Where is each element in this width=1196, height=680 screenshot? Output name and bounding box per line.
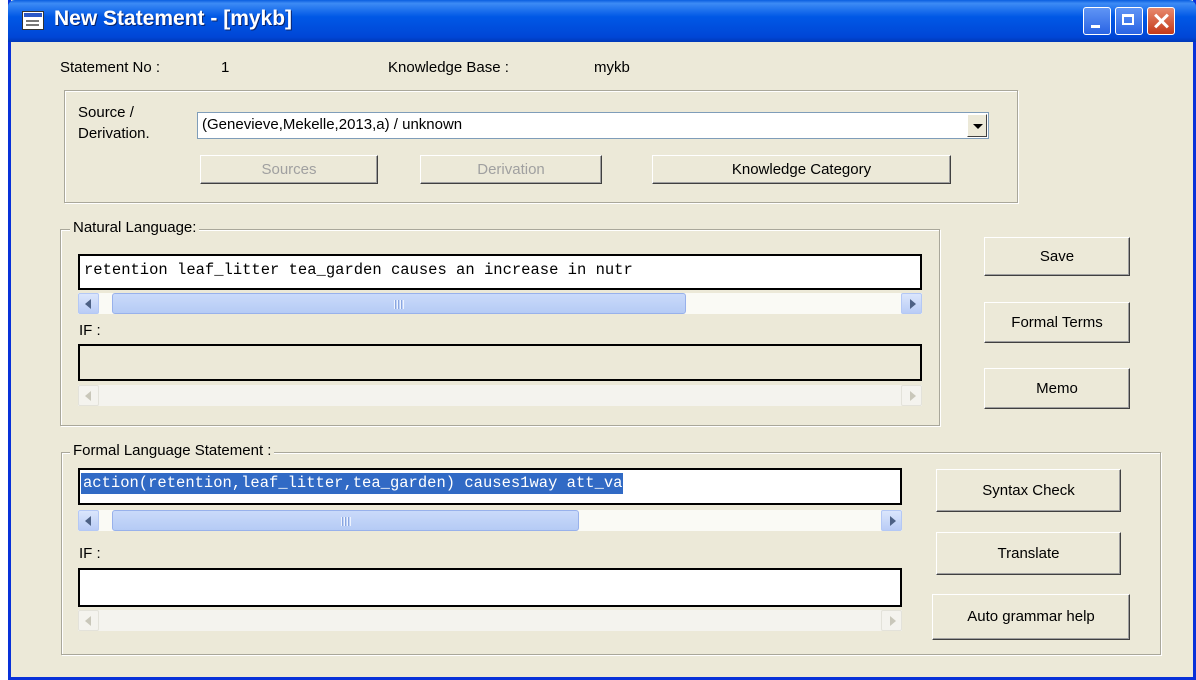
derivation-button[interactable]: Derivation	[420, 155, 602, 184]
scroll-right-icon[interactable]	[881, 510, 902, 531]
statement-no-value: 1	[221, 59, 230, 76]
minimize-icon[interactable]	[1083, 7, 1111, 35]
scroll-left-icon[interactable]	[78, 293, 99, 314]
syntax-check-button[interactable]: Syntax Check	[936, 469, 1121, 512]
formal-language-title: Formal Language Statement :	[70, 442, 275, 459]
natural-language-text: retention leaf_litter tea_garden causes …	[84, 261, 633, 279]
knowledge-base-value: mykb	[594, 59, 630, 76]
scroll-right-icon[interactable]	[901, 385, 922, 406]
knowledge-category-button[interactable]: Knowledge Category	[652, 155, 951, 184]
app-window-icon[interactable]	[22, 11, 44, 30]
translate-button[interactable]: Translate	[936, 532, 1121, 575]
statement-no-label: Statement No :	[60, 59, 161, 76]
natural-language-scrollbar[interactable]	[78, 293, 922, 314]
sources-button[interactable]: Sources	[200, 155, 378, 184]
scroll-right-icon[interactable]	[901, 293, 922, 314]
scroll-right-icon[interactable]	[881, 610, 902, 631]
maximize-icon[interactable]	[1115, 7, 1143, 35]
natural-language-title: Natural Language:	[70, 219, 200, 236]
formal-language-text: action(retention,leaf_litter,tea_garden)…	[81, 473, 623, 494]
source-derivation-selected: (Genevieve,Mekelle,2013,a) / unknown	[202, 116, 463, 133]
natural-if-scrollbar[interactable]	[78, 385, 922, 406]
formal-if-input[interactable]	[78, 568, 902, 607]
formal-language-scrollbar[interactable]	[78, 510, 902, 531]
formal-terms-button[interactable]: Formal Terms	[984, 302, 1130, 343]
derivation-label: Derivation.	[78, 125, 150, 142]
knowledge-base-label: Knowledge Base :	[388, 59, 509, 76]
source-label: Source /	[78, 104, 134, 121]
window-title: New Statement - [mykb]	[54, 7, 293, 30]
new-statement-window: New Statement - [mykb] Statement No : 1 …	[8, 0, 1196, 680]
formal-language-input[interactable]: action(retention,leaf_litter,tea_garden)…	[78, 468, 902, 505]
chevron-down-icon[interactable]	[967, 114, 987, 137]
save-button[interactable]: Save	[984, 237, 1130, 276]
natural-if-input[interactable]	[78, 344, 922, 381]
formal-if-scrollbar[interactable]	[78, 610, 902, 631]
formal-if-label: IF :	[79, 545, 101, 562]
close-icon[interactable]	[1147, 7, 1175, 35]
source-derivation-group	[64, 90, 1018, 203]
auto-grammar-help-button[interactable]: Auto grammar help	[932, 594, 1130, 640]
natural-language-input[interactable]: retention leaf_litter tea_garden causes …	[78, 254, 922, 290]
scroll-left-icon[interactable]	[78, 510, 99, 531]
source-derivation-dropdown[interactable]: (Genevieve,Mekelle,2013,a) / unknown	[197, 112, 989, 139]
memo-button[interactable]: Memo	[984, 368, 1130, 409]
title-bar[interactable]: New Statement - [mykb]	[8, 0, 1196, 42]
scrollbar-thumb[interactable]	[112, 293, 686, 314]
natural-if-label: IF :	[79, 322, 101, 339]
scroll-left-icon[interactable]	[78, 610, 99, 631]
scrollbar-thumb[interactable]	[112, 510, 579, 531]
scroll-left-icon[interactable]	[78, 385, 99, 406]
